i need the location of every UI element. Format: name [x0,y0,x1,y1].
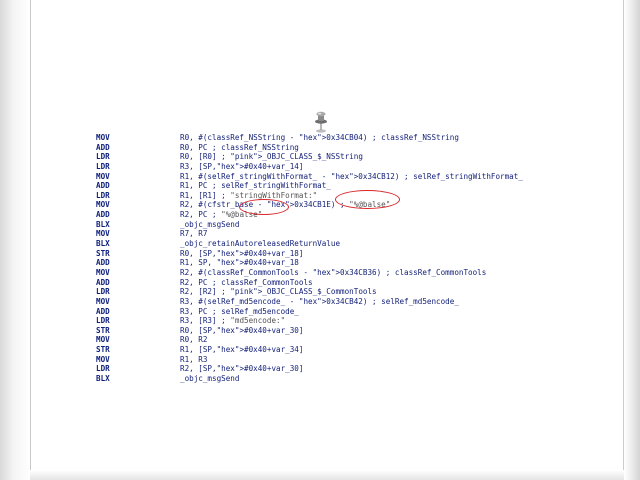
operands: R2, #(classRef_CommonTools - "hex">0x34C… [180,267,487,277]
opcode: MOV [96,200,110,210]
operands: R1, [R1] ; "stringWithFormat:" [180,190,318,200]
operands: R2, [R2] ; "pink">_OBJC_CLASS_$_CommonTo… [180,287,377,297]
code-line: MOV R1, R3 [94,355,554,365]
operands: R3, PC ; selRef_md5encode_ [180,306,299,316]
code-line: ADD R1, SP, "hex">#0x40+var_18 [94,258,554,268]
opcode: MOV [96,296,110,306]
code-line: LDR R0, [R0] ; "pink">_OBJC_CLASS_$_NSStr… [94,152,554,162]
opcode: MOV [96,354,110,364]
operands: R3, #(selRef_md5encode_ - "hex">0x34CB42… [180,296,459,306]
opcode: STR [96,325,110,335]
code-line: MOV R7, R7 [94,229,554,239]
operands: R1, [SP,"hex">#0x40+var_34] [180,345,304,355]
page-right-edge [623,0,640,480]
code-line: BLX _objc_msgSend [94,220,554,230]
operands: R0, [SP,"hex">#0x40+var_18] [180,248,304,258]
operands: R7, R7 [180,229,208,239]
opcode: LDR [96,364,110,374]
operands: R1, SP, "hex">#0x40+var_18 [180,258,299,268]
code-line: LDR R3, [SP,"hex">#0x40+var_14] [94,162,554,172]
opcode: BLX [96,219,110,229]
operands: _objc_msgSend [180,219,240,229]
opcode: BLX [96,239,110,249]
opcode: MOV [96,267,110,277]
opcode: LDR [96,152,110,162]
disassembly-listing: MOV R0, #(classRef_NSString - "hex">0x34C… [94,133,554,384]
page-bottom-edge [30,470,624,480]
code-line: ADD R1, PC ; selRef_stringWithFormat_ [94,181,554,191]
opcode: LDR [96,287,110,297]
code-line: STR R0, [SP,"hex">#0x40+var_18] [94,249,554,259]
opcode: MOV [96,229,110,239]
code-line: MOV R3, #(selRef_md5encode_ - "hex">0x34C… [94,297,554,307]
opcode: LDR [96,190,110,200]
opcode: ADD [96,306,110,316]
annotation-circle [239,199,289,215]
operands: R3, [R3] ; "md5encode:" [180,316,286,326]
code-line: ADD R0, PC ; classRef_NSString [94,143,554,153]
code-line: MOV R2, #(classRef_CommonTools - "hex">0x… [94,268,554,278]
operands: R0, [SP,"hex">#0x40+var_30] [180,325,304,335]
code-line: LDR R2, [R2] ; "pink">_OBJC_CLASS_$_Commo… [94,287,554,297]
code-line: LDR R3, [R3] ; "md5encode:" [94,316,554,326]
code-line: MOV R0, R2 [94,335,554,345]
operands: R2, [SP,"hex">#0x40+var_30] [180,364,304,374]
opcode: ADD [96,181,110,191]
operands: R0, [R0] ; "pink">_OBJC_CLASS_$_NSString [180,152,363,162]
code-line: MOV R0, #(classRef_NSString - "hex">0x34C… [94,133,554,143]
code-line: MOV R1, #(selRef_stringWithFormat_ - "hex… [94,172,554,182]
operands: R0, PC ; classRef_NSString [180,142,299,152]
opcode: ADD [96,210,110,220]
operands: R0, R2 [180,335,208,345]
code-line: LDR R1, [R1] ; "stringWithFormat:" [94,191,554,201]
operands: R3, [SP,"hex">#0x40+var_14] [180,161,304,171]
code-line: LDR R2, [SP,"hex">#0x40+var_30] [94,364,554,374]
push-pin-icon [313,111,329,133]
operands: _objc_msgSend [180,374,240,384]
opcode: LDR [96,161,110,171]
annotation-circle [335,190,400,209]
code-line: BLX _objc_msgSend [94,374,554,384]
opcode: LDR [96,316,110,326]
operands: R1, R3 [180,354,208,364]
opcode: STR [96,248,110,258]
code-line: MOV R2, #(cfstr_base - "hex">0x34CB1E) ; … [94,200,554,210]
opcode: MOV [96,171,110,181]
opcode: ADD [96,277,110,287]
opcode: ADD [96,258,110,268]
operands: R0, #(classRef_NSString - "hex">0x34CB04… [180,133,459,142]
code-line: ADD R3, PC ; selRef_md5encode_ [94,307,554,317]
code-line: STR R1, [SP,"hex">#0x40+var_34] [94,345,554,355]
code-line: BLX _objc_retainAutoreleasedReturnValue [94,239,554,249]
operands: R1, #(selRef_stringWithFormat_ - "hex">0… [180,171,523,181]
operands: R1, PC ; selRef_stringWithFormat_ [180,181,331,191]
opcode: MOV [96,335,110,345]
code-line: ADD R2, PC ; classRef_CommonTools [94,278,554,288]
opcode: BLX [96,374,110,384]
operands: _objc_retainAutoreleasedReturnValue [180,239,341,249]
page-left-edge [0,0,31,480]
operands: R2, PC ; classRef_CommonTools [180,277,313,287]
opcode: MOV [96,133,110,142]
code-line: ADD R2, PC ; "%@balse" [94,210,554,220]
code-line: STR R0, [SP,"hex">#0x40+var_30] [94,326,554,336]
opcode: STR [96,345,110,355]
opcode: ADD [96,142,110,152]
